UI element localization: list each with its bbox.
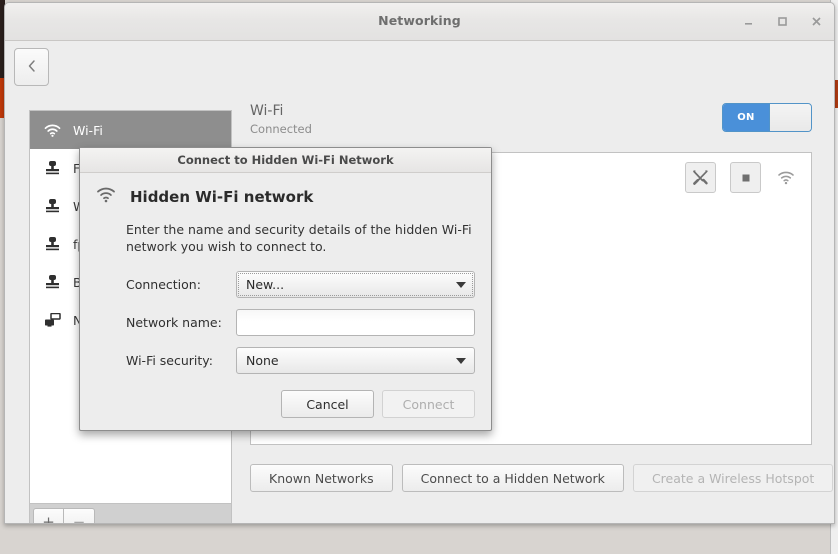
wifi-security-row: Wi-Fi security: None [126,347,475,374]
wired-network-icon [44,160,61,177]
connection-select[interactable]: New... [236,271,475,298]
connection-label: Connection: [126,277,201,292]
network-name-label: Network name: [126,315,222,330]
dialog-titlebar: Connect to Hidden Wi-Fi Network [80,148,491,173]
close-icon[interactable] [809,14,824,29]
remove-connection-button[interactable]: − [64,507,95,523]
configure-icon[interactable] [685,162,716,193]
connection-select-value: New... [246,277,285,292]
sidebar-item-label: Wi-Fi [73,122,103,138]
page-title: Networking [378,13,461,28]
dialog-heading-row: Hidden Wi-Fi network [96,187,475,207]
wifi-toggle-switch[interactable]: ON [722,103,812,132]
known-networks-button[interactable]: Known Networks [250,464,393,492]
wifi-security-select-value: None [246,353,279,368]
dialog-body: Hidden Wi-Fi network Enter the name and … [80,173,491,430]
dialog-heading: Hidden Wi-Fi network [130,188,314,206]
window-controls [741,3,824,40]
wired-network-icon [44,274,61,291]
network-list-toolbar [685,162,797,193]
window-titlebar[interactable]: Networking [5,3,834,41]
chevron-left-icon [26,58,38,77]
chevron-down-icon [456,281,466,288]
maximize-icon[interactable] [775,14,790,29]
connect-hidden-network-button[interactable]: Connect to a Hidden Network [401,464,624,492]
chevron-down-icon [456,357,466,364]
window-toolbar [5,41,834,91]
hidden-wifi-dialog: Connect to Hidden Wi-Fi Network Hidden W… [79,147,492,431]
wifi-toggle-knob [769,104,811,131]
sidebar-item-wifi[interactable]: Wi-Fi [30,111,231,149]
connect-button[interactable]: Connect [382,390,475,418]
wifi-toggle-label: ON [723,104,769,131]
wifi-security-select[interactable]: None [236,347,475,374]
wired-network-icon [44,236,61,253]
create-wireless-hotspot-button[interactable]: Create a Wireless Hotspot [632,464,834,492]
cancel-button[interactable]: Cancel [281,390,374,418]
panel-header: Wi-Fi Connected ON [250,103,812,148]
dialog-buttons: Cancel Connect [96,390,475,418]
wired-network-icon [44,198,61,215]
add-connection-button[interactable]: + [33,507,64,523]
vpn-network-icon [44,312,61,329]
wifi-icon [44,122,61,139]
panel-actions: Known Networks Connect to a Hidden Netwo… [250,464,834,492]
network-name-input[interactable] [236,309,475,336]
sidebar-footer: + − [29,504,232,523]
network-name-row: Network name: [126,309,475,336]
dialog-description: Enter the name and security details of t… [126,222,472,254]
minimize-icon[interactable] [741,14,756,29]
back-button[interactable] [14,48,49,86]
stop-icon[interactable] [730,162,761,193]
wifi-icon [96,187,116,207]
wifi-signal-icon [775,167,797,189]
wifi-security-label: Wi-Fi security: [126,353,214,368]
connection-row: Connection: New... [126,271,475,298]
